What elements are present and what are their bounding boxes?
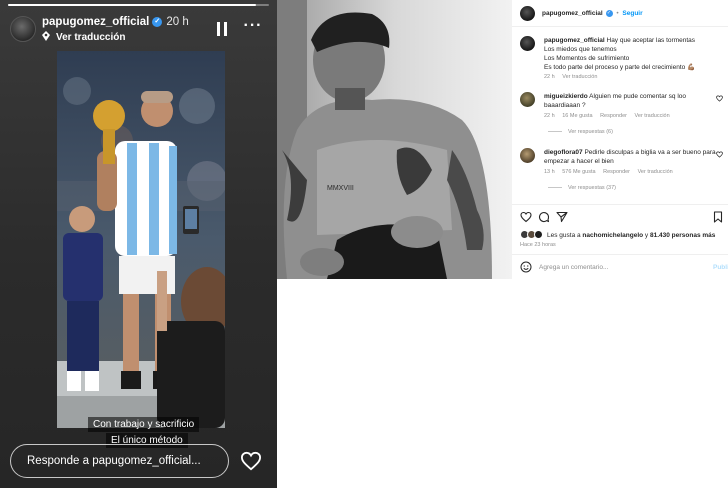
comment-time: 22 h [544,113,555,119]
caption-meta: 22 h Ver traducción [544,74,603,80]
story-translate-link[interactable]: Ver traducción [42,31,125,43]
comment-like-icon[interactable] [716,95,723,102]
story-reply-input[interactable]: Responde a papugomez_official... [10,444,229,478]
story-time: 20 h [166,16,189,28]
post-author-avatar[interactable] [520,6,535,21]
comment-avatar[interactable] [520,148,535,163]
caption-line: Es todo parte del proceso y parte del cr… [544,64,696,71]
comment-avatar[interactable] [520,92,535,107]
caption-line: Los miedos que tenemos [544,46,617,53]
story-viewer: papugomez_official ✓ 20 h Ver traducción ·… [0,0,277,488]
comment-time: 13 h [544,169,555,175]
comment-translate[interactable]: Ver traducción [638,169,673,175]
post-photo: MMXVIII [277,0,512,279]
comment-reply-button[interactable]: Responder [603,169,630,175]
more-options-icon[interactable]: ··· [243,18,263,38]
comment-meta: 22 h 16 Me gusta Responder Ver traducció… [544,113,676,119]
post-time: Hace 23 horas [520,242,556,248]
header-dot: • [616,10,619,17]
reply-placeholder: Responde a papugomez_official... [27,455,201,467]
follow-button[interactable]: Seguir [622,10,642,17]
like-heart-icon[interactable] [520,211,532,223]
emoji-icon[interactable] [520,261,532,273]
story-user-line: papugomez_official ✓ 20 h [42,16,189,28]
caption-line: Los Momentos de sufrimiento [544,55,630,62]
post-header-line: papugomez_official ✓ • Seguir [542,9,643,18]
avatar[interactable] [10,16,36,42]
share-send-icon[interactable] [556,211,568,223]
pause-icon[interactable] [217,22,227,36]
caption-username[interactable]: papugomez_official [544,37,605,44]
verified-badge-icon: ✓ [605,9,613,17]
svg-text:MMXVIII: MMXVIII [327,185,354,192]
likes-avatars [520,230,544,240]
actions-divider [512,204,728,205]
story-header: papugomez_official ✓ 20 h Ver traducción ·… [10,12,267,46]
likes-prefix: Les gusta a [547,232,581,239]
bookmark-icon[interactable] [712,211,724,223]
story-photo [57,51,225,428]
comment-likes[interactable]: 16 Me gusta [562,113,592,119]
comment-like-icon[interactable] [716,151,723,158]
translate-icon [42,31,50,41]
header-divider [512,26,728,27]
post-sidebar: papugomez_official ✓ • Seguir papugomez_… [512,0,728,488]
post-header-username[interactable]: papugomez_official [542,10,603,17]
likes-user[interactable]: nachomichelangelo [582,232,643,239]
view-replies-button[interactable]: Ver respuestas (37) [548,185,616,191]
story-caption-line1: Con trabajo y sacrificio [88,417,200,432]
verified-badge-icon: ✓ [152,16,163,27]
comment-reply-button[interactable]: Responder [600,113,627,119]
comment-username[interactable]: diegoflora07 [544,149,583,156]
caption-translate[interactable]: Ver traducción [562,74,597,80]
story-username[interactable]: papugomez_official [42,16,149,28]
caption-line: Hay que aceptar las tormentas [606,37,696,44]
comment-meta: 13 h 576 Me gusta Responder Ver traducci… [544,169,679,175]
likes-connector: y [644,232,649,239]
translate-label: Ver traducción [56,32,126,43]
post-caption: papugomez_official Hay que aceptar las t… [544,36,724,72]
comment-item: migueizkierdo Alguien me pude comentar s… [544,92,716,110]
comment-input[interactable]: Agrega un comentario... [539,263,608,272]
comment-translate[interactable]: Ver traducción [635,113,670,119]
caption-time: 22 h [544,74,555,80]
view-replies-button[interactable]: Ver respuestas (6) [548,129,613,135]
comment-bubble-icon[interactable] [538,211,550,223]
likes-count[interactable]: 81.430 personas más [650,232,715,239]
comment-item: diegoflora07 Pedirle disculpas a biglia … [544,148,716,166]
like-heart-icon[interactable] [240,451,262,471]
likes-summary[interactable]: Les gusta a nachomichelangelo y 81.430 p… [547,231,715,240]
story-photo-illustration [57,51,225,428]
comment-likes[interactable]: 576 Me gusta [562,169,595,175]
story-progress-bar [8,4,269,6]
story-progress-fill [8,4,256,6]
comment-username[interactable]: migueizkierdo [544,93,588,100]
caption-avatar[interactable] [520,36,535,51]
comment-box-divider [512,254,728,255]
publish-button[interactable]: Publicar [713,263,728,272]
post-photo-illustration: MMXVIII [277,0,512,279]
